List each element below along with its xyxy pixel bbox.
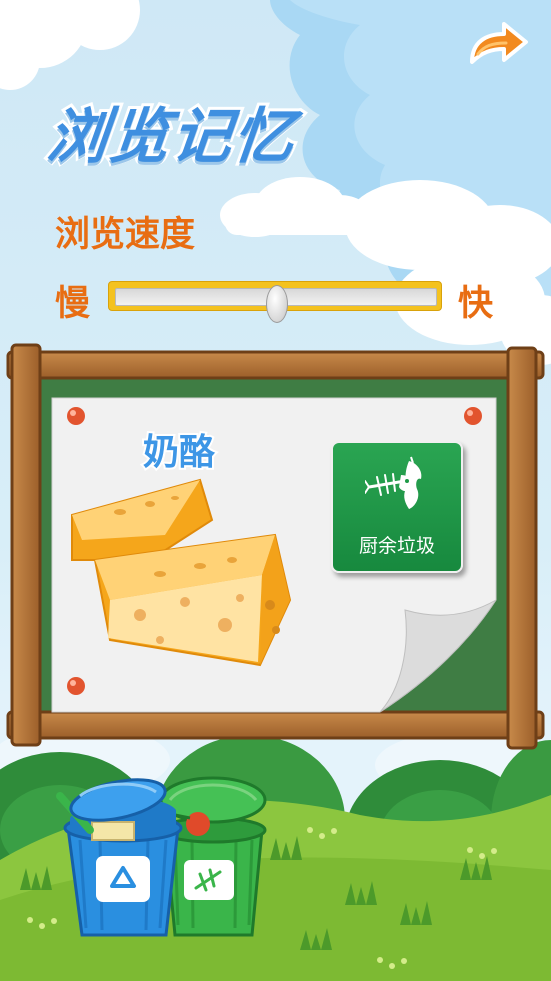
pin-top-left <box>67 407 85 425</box>
category-label: 厨余垃圾 <box>358 535 435 557</box>
display-board <box>6 343 545 750</box>
fishbone-apple-core-icon <box>365 456 422 509</box>
pin-bottom-left <box>67 677 85 695</box>
category-card[interactable]: 厨余垃圾 <box>331 441 463 573</box>
item-name: 奶酪 <box>141 430 217 475</box>
pin-top-right <box>464 407 482 425</box>
